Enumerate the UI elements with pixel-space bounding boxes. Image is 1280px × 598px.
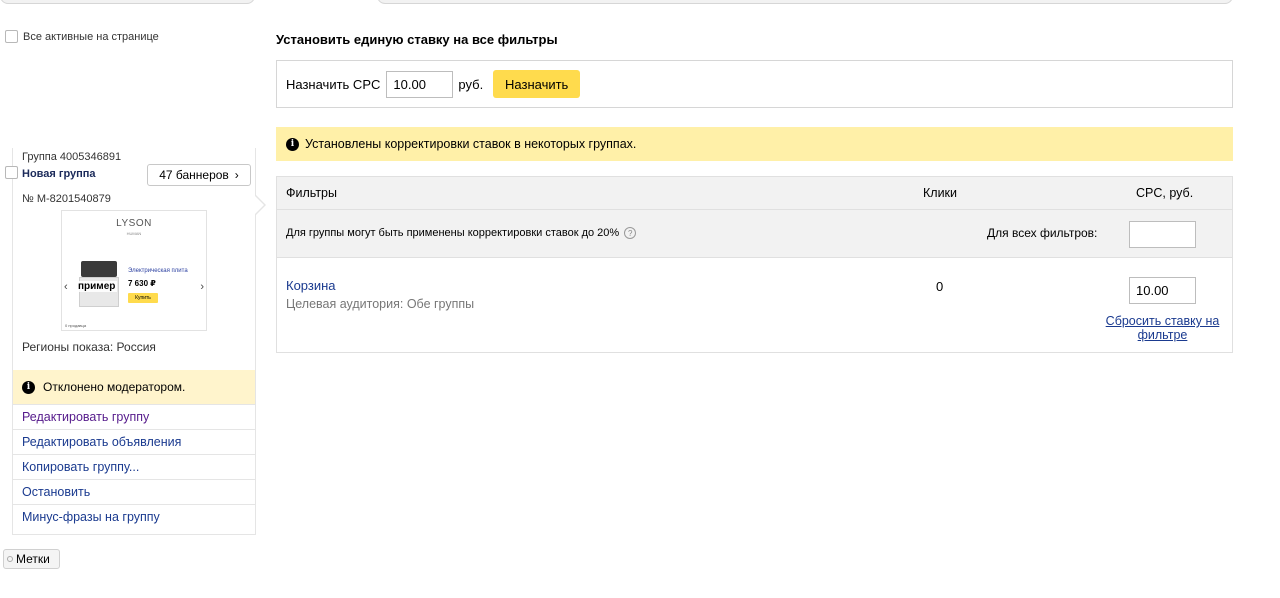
copy-group-link[interactable]: Копировать группу...	[13, 454, 255, 479]
group-checkbox[interactable]	[5, 166, 18, 179]
filter-audience: Целевая аудитория: Обе группы	[286, 297, 475, 311]
adjustment-hint-text: Для группы могут быть применены корректи…	[286, 227, 620, 239]
info-icon: i	[22, 380, 35, 394]
section-title: Установить единую ставку на все фильтры	[276, 32, 558, 47]
all-filters-cpc-input[interactable]	[1129, 221, 1196, 248]
filter-name-link[interactable]: Корзина	[286, 278, 336, 293]
banners-button[interactable]: 47 баннеров ›	[147, 164, 251, 186]
chevron-left-icon[interactable]: ‹	[64, 281, 68, 293]
currency-label: руб.	[458, 76, 484, 92]
negative-keywords-link[interactable]: Минус-фразы на группу	[13, 504, 255, 529]
banner-preview[interactable]: LYSON HUMAN пример Электрическая плита 7…	[61, 210, 207, 331]
assign-button[interactable]: Назначить	[493, 70, 581, 98]
top-tab-strip-left	[0, 0, 255, 4]
banner-example-label: пример	[76, 281, 118, 292]
edit-group-link[interactable]: Редактировать группу	[13, 404, 255, 429]
edit-ads-link[interactable]: Редактировать объявления	[13, 429, 255, 454]
stop-group-link[interactable]: Остановить	[13, 479, 255, 504]
regions-label: Регионы показа: Россия	[22, 340, 156, 354]
banner-brand-logo: LYSON	[116, 218, 152, 229]
select-all-checkbox[interactable]	[5, 30, 18, 43]
header-filters: Фильтры	[286, 186, 337, 200]
rejected-status: i Отклонено модератором.	[13, 370, 255, 404]
top-tab-strip-right	[377, 0, 1233, 4]
cpc-input[interactable]: 10.00	[386, 70, 454, 98]
banner-brand-sub: HUMAN	[126, 231, 142, 236]
cpc-label: Назначить CPC	[286, 76, 381, 92]
filter-cpc-input[interactable]: 10.00	[1129, 277, 1196, 304]
chevron-right-icon[interactable]: ›	[200, 281, 204, 293]
banner-product-title: Электрическая плита	[128, 268, 188, 274]
banners-button-label: 47 баннеров	[159, 168, 229, 182]
info-icon: i	[286, 137, 299, 151]
tags-button-label: Метки	[16, 552, 50, 566]
reset-bid-link[interactable]: Сбросить ставку на фильтре	[1105, 314, 1220, 342]
help-icon[interactable]: ?	[624, 227, 637, 239]
header-clicks: Клики	[923, 186, 958, 200]
group-id: Группа 4005346891	[22, 151, 122, 163]
adjustment-hint: Для группы могут быть применены корректи…	[286, 227, 637, 239]
chevron-right-icon: ›	[234, 168, 239, 182]
group-name: Новая группа	[22, 168, 96, 180]
select-all-row[interactable]: Все активные на странице	[5, 30, 159, 43]
bid-adjustment-notice: i Установлены корректировки ставок в нек…	[276, 127, 1233, 161]
banner-buy-button: Купить	[128, 293, 158, 303]
select-all-label: Все активные на странице	[23, 30, 159, 43]
ad-number: № М-8201540879	[22, 193, 111, 205]
notice-text: Установлены корректировки ставок в некот…	[305, 137, 637, 151]
card-pointer-inner	[255, 196, 264, 214]
header-cpc: CPC, руб.	[1136, 186, 1194, 200]
banner-sellers: 0 продавца	[65, 323, 87, 328]
rejected-status-text: Отклонено модератором.	[43, 380, 186, 394]
filters-table: Фильтры Клики CPC, руб. Для группы могут…	[276, 176, 1233, 353]
table-subheader: Для группы могут быть применены корректи…	[277, 210, 1232, 258]
all-filters-label: Для всех фильтров:	[987, 226, 1098, 240]
cpc-assign-panel: Назначить CPC 10.00 руб. Назначить	[276, 60, 1233, 108]
tags-button[interactable]: Метки	[3, 549, 60, 569]
filter-clicks: 0	[936, 279, 944, 294]
table-header: Фильтры Клики CPC, руб.	[277, 177, 1232, 210]
banner-product-price: 7 630 ₽	[128, 279, 156, 288]
tag-icon	[7, 556, 13, 562]
